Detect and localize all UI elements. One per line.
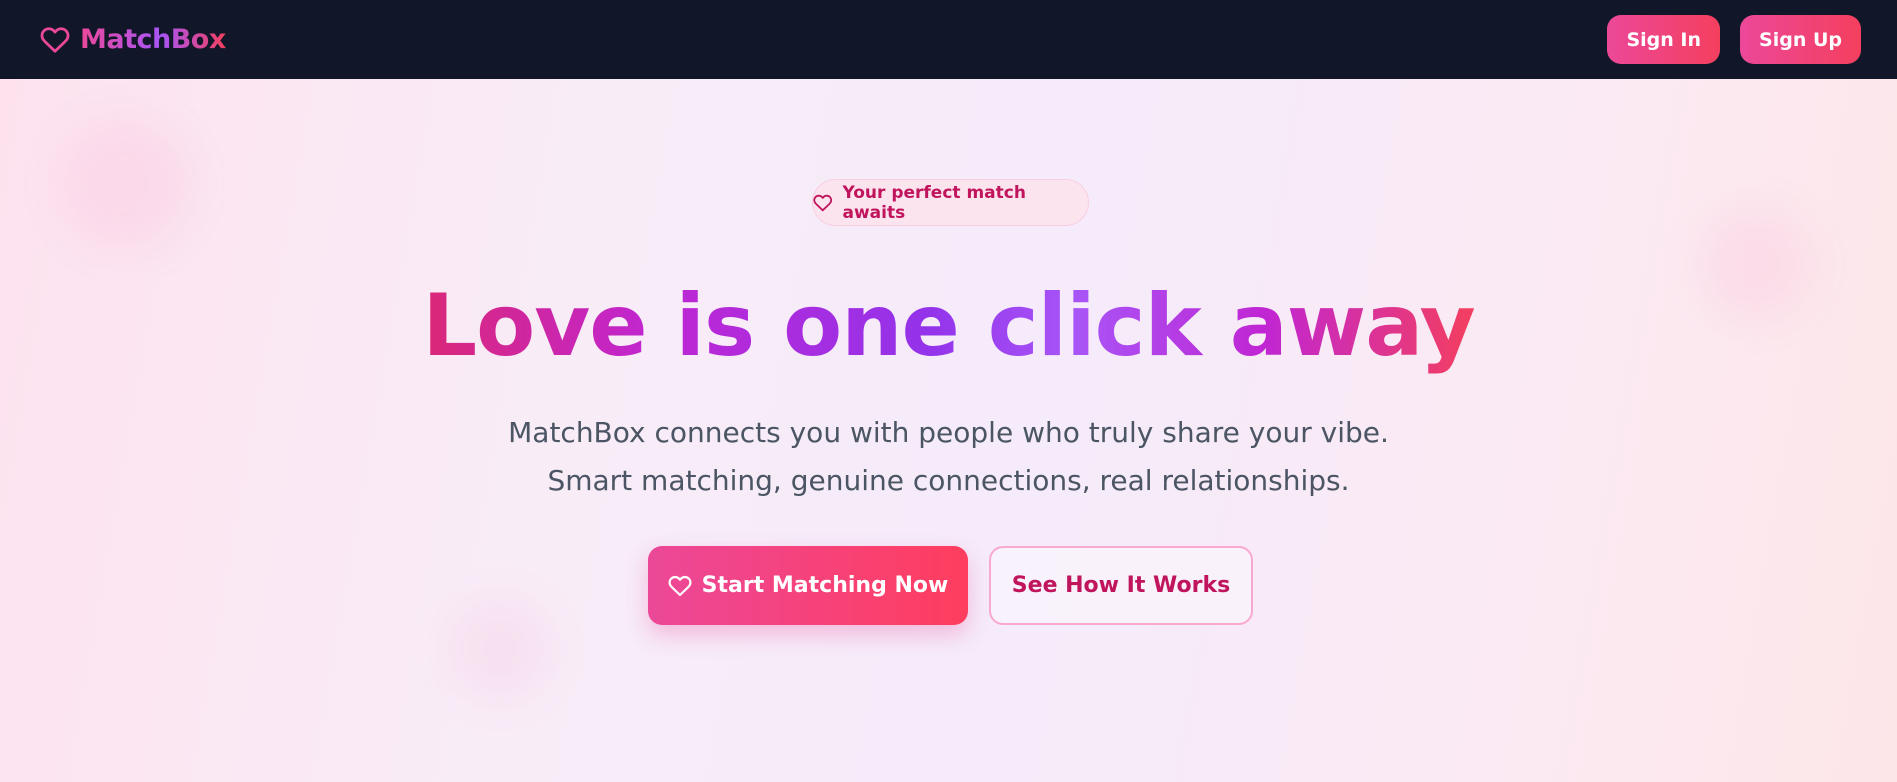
hero-headline: Love is one click away [0,277,1897,376]
subtitle-line: MatchBox connects you with people who tr… [508,416,1389,449]
top-navbar: MatchBox Sign In Sign Up [0,0,1897,79]
sign-up-button[interactable]: Sign Up [1740,15,1861,64]
start-matching-button[interactable]: Start Matching Now [648,546,968,625]
background-blob [450,599,550,699]
brand-logo-link[interactable]: MatchBox [40,24,226,55]
hero-section: Your perfect match awaits Love is one cl… [0,79,1897,782]
sign-in-button[interactable]: Sign In [1607,15,1721,64]
headline-text: Love is one click away [422,276,1475,376]
background-blob [60,119,190,249]
heart-icon [40,26,70,53]
heart-icon [813,194,833,211]
badge-label: Your perfect match awaits [842,182,1026,223]
auth-actions: Sign In Sign Up [1607,15,1861,64]
tagline-badge: Your perfect match awaits [812,179,1089,226]
cta-row: Start Matching Now See How It Works [648,546,1253,625]
subtitle-line: Smart matching, genuine connections, rea… [547,464,1350,497]
heart-icon [668,575,692,596]
see-how-it-works-button[interactable]: See How It Works [989,546,1253,625]
brand-name: MatchBox [80,24,226,55]
hero-subtitle: MatchBox connects you with people who tr… [0,409,1897,505]
start-matching-label: Start Matching Now [701,573,949,598]
